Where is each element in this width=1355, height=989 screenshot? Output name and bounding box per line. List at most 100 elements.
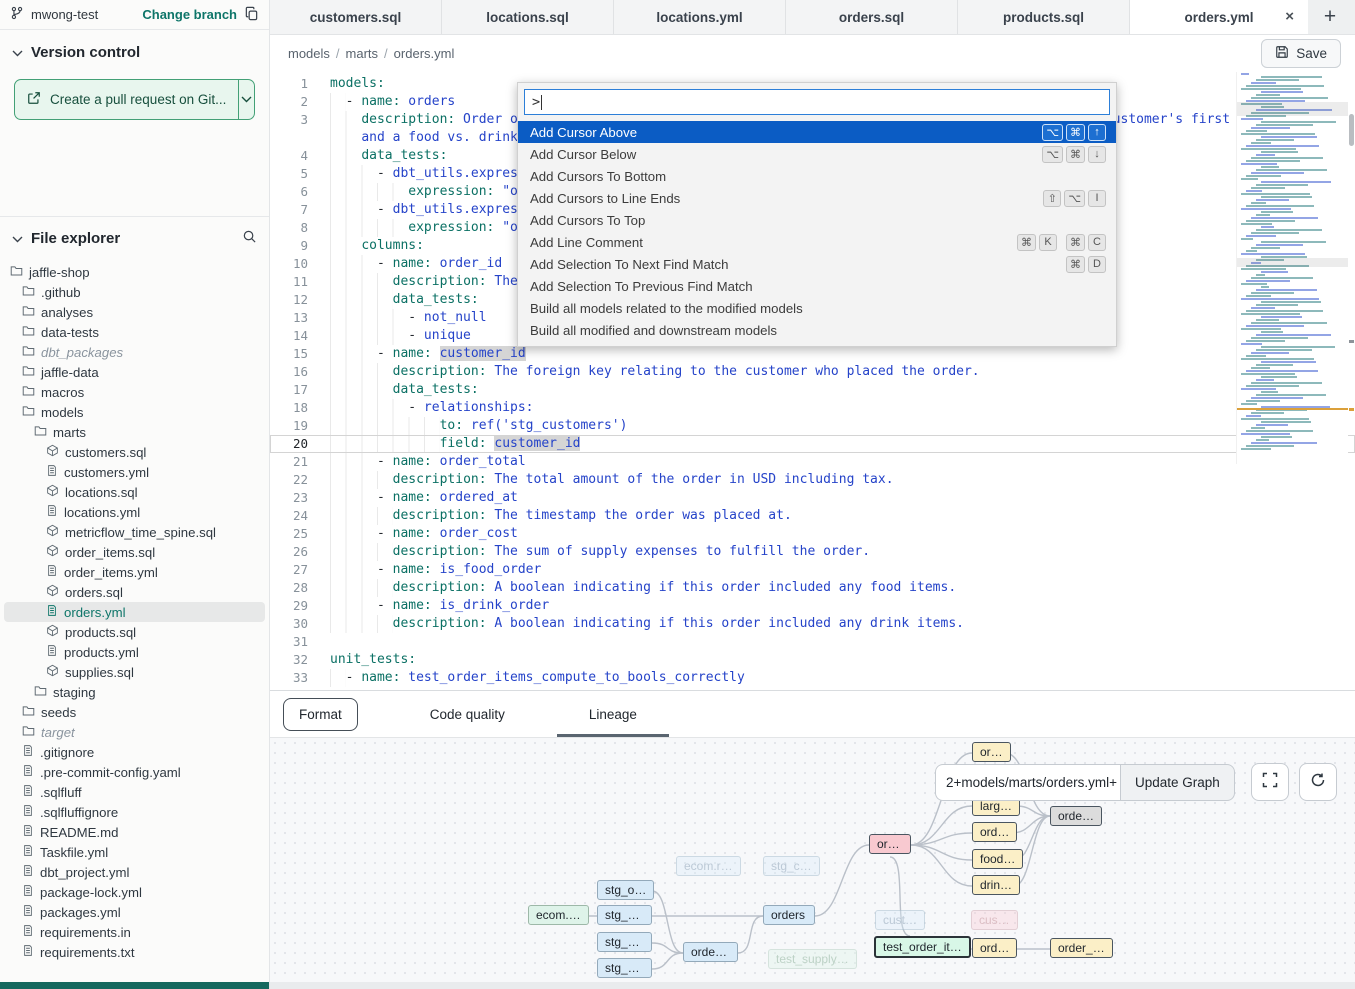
lineage-node-cus-ghost[interactable]: cus… bbox=[971, 910, 1018, 930]
new-tab-button[interactable]: + bbox=[1308, 0, 1352, 34]
palette-item[interactable]: Build all models related to the modified… bbox=[518, 297, 1116, 319]
tree-item-jaffle-data[interactable]: jaffle-data bbox=[4, 362, 265, 382]
update-graph-button[interactable]: Update Graph bbox=[1120, 764, 1235, 801]
tree-item-target[interactable]: target bbox=[4, 722, 265, 742]
line-number: 5 bbox=[270, 165, 308, 183]
tree-item-package-lock.yml[interactable]: package-lock.yml bbox=[4, 882, 265, 902]
lineage-node-test-supply-ghost[interactable]: test_supply… bbox=[768, 949, 857, 969]
tree-item-.pre-commit-config.yaml[interactable]: .pre-commit-config.yaml bbox=[4, 762, 265, 782]
tree-item-seeds[interactable]: seeds bbox=[4, 702, 265, 722]
lineage-node-stg-3[interactable]: stg_… bbox=[597, 958, 652, 978]
palette-item[interactable]: Add Cursor Above⌥⌘↑ bbox=[518, 121, 1116, 143]
lineage-node-food-order[interactable]: food… bbox=[972, 849, 1023, 869]
command-palette-input[interactable]: > bbox=[524, 89, 1110, 115]
tree-item-requirements.txt[interactable]: requirements.txt bbox=[4, 942, 265, 962]
tree-item-customers.sql[interactable]: customers.sql bbox=[4, 442, 265, 462]
tree-item-models[interactable]: models bbox=[4, 402, 265, 422]
tree-item-products.yml[interactable]: products.yml bbox=[4, 642, 265, 662]
tab-orders.yml[interactable]: orders.yml× bbox=[1130, 0, 1308, 34]
palette-item[interactable]: Add Cursors to Line Ends⇧⌥I bbox=[518, 187, 1116, 209]
palette-item[interactable]: Add Cursors To Bottom bbox=[518, 165, 1116, 187]
tree-item-.sqlfluff[interactable]: .sqlfluff bbox=[4, 782, 265, 802]
editor-scrollbar[interactable] bbox=[1348, 72, 1355, 690]
breadcrumb-part[interactable]: orders.yml bbox=[394, 46, 455, 61]
palette-item[interactable]: Add Cursors To Top bbox=[518, 209, 1116, 231]
change-branch-link[interactable]: Change branch bbox=[142, 7, 237, 22]
tree-item-.github[interactable]: .github bbox=[4, 282, 265, 302]
close-icon[interactable]: × bbox=[1285, 9, 1294, 25]
lineage-node-order-items[interactable]: orde… bbox=[683, 942, 738, 962]
scrollbar-thumb[interactable] bbox=[1349, 114, 1354, 146]
tree-item-.sqlfluffignore[interactable]: .sqlfluffignore bbox=[4, 802, 265, 822]
palette-item[interactable]: Add Selection To Previous Find Match bbox=[518, 275, 1116, 297]
code-editor[interactable]: 1models:2 - name: orders3 description: O… bbox=[270, 72, 1355, 690]
tree-item-dbt_project.yml[interactable]: dbt_project.yml bbox=[4, 862, 265, 882]
tree-item-order_items.yml[interactable]: order_items.yml bbox=[4, 562, 265, 582]
refresh-button[interactable] bbox=[1299, 763, 1337, 801]
breadcrumb-part[interactable]: models bbox=[288, 46, 330, 61]
tree-item-label: seeds bbox=[41, 705, 76, 720]
tree-item-analyses[interactable]: analyses bbox=[4, 302, 265, 322]
file-explorer-header[interactable]: File explorer bbox=[0, 217, 269, 258]
palette-item[interactable]: Add Selection To Next Find Match⌘D bbox=[518, 253, 1116, 275]
tree-item-packages.yml[interactable]: packages.yml bbox=[4, 902, 265, 922]
lineage-node-ecom-source[interactable]: ecom.… bbox=[528, 905, 589, 925]
tree-item-products.sql[interactable]: products.sql bbox=[4, 622, 265, 642]
lineage-node-drink-order[interactable]: drin… bbox=[972, 875, 1020, 895]
tab-orders.sql[interactable]: orders.sql bbox=[786, 0, 958, 34]
tree-item-requirements.in[interactable]: requirements.in bbox=[4, 922, 265, 942]
lineage-node-ord-1[interactable]: ord… bbox=[972, 822, 1017, 842]
bottom-tab-Lineage[interactable]: Lineage bbox=[547, 691, 679, 737]
tree-item-locations.sql[interactable]: locations.sql bbox=[4, 482, 265, 502]
bottom-tab-Code quality[interactable]: Code quality bbox=[388, 691, 547, 737]
format-button[interactable]: Format bbox=[283, 698, 358, 731]
tree-item-macros[interactable]: macros bbox=[4, 382, 265, 402]
lineage-node-orders[interactable]: orders bbox=[763, 905, 815, 925]
tree-item-orders.sql[interactable]: orders.sql bbox=[4, 582, 265, 602]
save-button[interactable]: Save bbox=[1261, 39, 1341, 68]
tree-item-marts[interactable]: marts bbox=[4, 422, 265, 442]
tree-item-Taskfile.yml[interactable]: Taskfile.yml bbox=[4, 842, 265, 862]
lineage-node-stg-orders[interactable]: stg_o… bbox=[597, 880, 654, 900]
tab-products.sql[interactable]: products.sql bbox=[958, 0, 1130, 34]
lineage-node-stg-c-ghost[interactable]: stg_c… bbox=[763, 856, 820, 876]
lineage-node-test-order-items[interactable]: test_order_it… bbox=[874, 936, 971, 958]
lineage-node-orders-gray[interactable]: orde… bbox=[1050, 806, 1102, 826]
tree-item-metricflow_time_spine.sql[interactable]: metricflow_time_spine.sql bbox=[4, 522, 265, 542]
lineage-node-orders-test[interactable]: or… bbox=[869, 834, 911, 854]
tree-item-customers.yml[interactable]: customers.yml bbox=[4, 462, 265, 482]
version-control-header[interactable]: Version control bbox=[0, 30, 269, 71]
lineage-node-order-3[interactable]: order_… bbox=[1050, 938, 1113, 958]
lineage-node-ecom-raw-ghost[interactable]: ecom.r… bbox=[676, 856, 741, 876]
tree-item-order_items.sql[interactable]: order_items.sql bbox=[4, 542, 265, 562]
palette-item[interactable]: Add Cursor Below⌥⌘↓ bbox=[518, 143, 1116, 165]
minimap[interactable] bbox=[1236, 72, 1348, 464]
tree-item-.gitignore[interactable]: .gitignore bbox=[4, 742, 265, 762]
tab-locations.sql[interactable]: locations.sql bbox=[442, 0, 614, 34]
tab-locations.yml[interactable]: locations.yml bbox=[614, 0, 786, 34]
lineage-selector-input[interactable]: 2+models/marts/orders.yml+ bbox=[935, 764, 1120, 801]
lineage-node-cust-ghost[interactable]: cust… bbox=[875, 910, 925, 930]
breadcrumb-part[interactable]: marts bbox=[346, 46, 379, 61]
tree-item-orders.yml[interactable]: orders.yml bbox=[4, 602, 265, 622]
create-pr-button[interactable]: Create a pull request on Git... bbox=[15, 80, 238, 119]
fullscreen-button[interactable] bbox=[1251, 763, 1289, 801]
tree-item-jaffle-shop[interactable]: jaffle-shop bbox=[4, 262, 265, 282]
tab-customers.sql[interactable]: customers.sql bbox=[270, 0, 442, 34]
search-icon[interactable] bbox=[242, 229, 257, 248]
tree-item-README.md[interactable]: README.md bbox=[4, 822, 265, 842]
tree-item-locations.yml[interactable]: locations.yml bbox=[4, 502, 265, 522]
copy-icon[interactable] bbox=[244, 6, 259, 24]
command-palette-query: > bbox=[532, 94, 540, 110]
palette-item[interactable]: Add Line Comment⌘K⌘C bbox=[518, 231, 1116, 253]
tree-item-supplies.sql[interactable]: supplies.sql bbox=[4, 662, 265, 682]
lineage-node-stg-2[interactable]: stg_… bbox=[597, 932, 652, 952]
lineage-node-stg-1[interactable]: stg_… bbox=[597, 905, 652, 925]
tree-item-data-tests[interactable]: data-tests bbox=[4, 322, 265, 342]
tree-item-staging[interactable]: staging bbox=[4, 682, 265, 702]
create-pr-dropdown-button[interactable] bbox=[238, 80, 254, 119]
lineage-node-ord-2[interactable]: ord… bbox=[972, 938, 1017, 958]
tree-item-dbt_packages[interactable]: dbt_packages bbox=[4, 342, 265, 362]
palette-item[interactable]: Build all modified and downstream models bbox=[518, 319, 1116, 341]
lineage-node-or-top[interactable]: or… bbox=[972, 742, 1011, 762]
